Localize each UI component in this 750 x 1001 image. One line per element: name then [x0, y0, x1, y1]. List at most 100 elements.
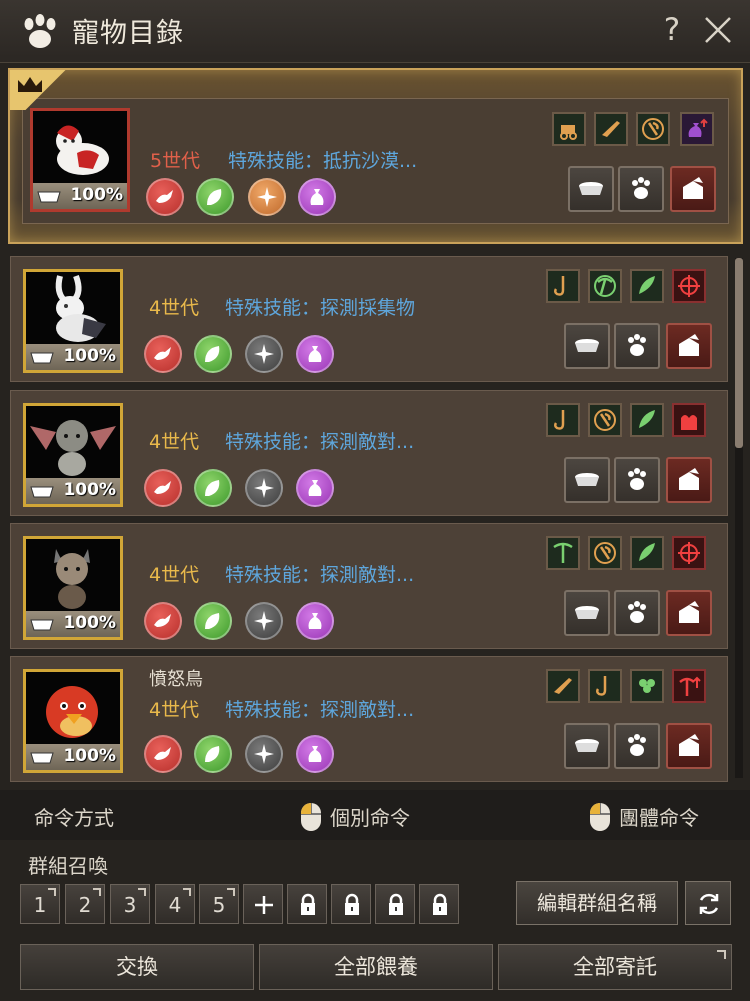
locked-group-slot[interactable] [419, 884, 459, 924]
stamina-stat-icon [194, 602, 232, 640]
pet-generation: 4世代 [149, 564, 200, 586]
speed-stat-icon [144, 602, 182, 640]
pet-image [56, 125, 109, 175]
pickaxe-talent-icon[interactable] [546, 536, 580, 570]
gun-talent-icon[interactable] [546, 669, 580, 703]
pickaxe-up-talent-icon[interactable] [672, 669, 706, 703]
axe-talent-icon[interactable] [636, 112, 670, 146]
food-bar: 100% [26, 611, 120, 637]
fishing-hook-talent-icon[interactable] [546, 403, 580, 437]
feed-all-button[interactable]: 全部餵養 [259, 944, 493, 990]
locked-group-slot[interactable] [287, 884, 327, 924]
release-button[interactable] [666, 457, 712, 503]
group-slot-3[interactable]: 3 [110, 884, 150, 924]
axe-talent-icon[interactable] [588, 536, 622, 570]
scrollbar[interactable] [735, 258, 743, 778]
bag-stat-icon [296, 602, 334, 640]
command-mode-label: 命令方式 [34, 806, 114, 830]
release-button[interactable] [670, 166, 716, 212]
wing-talent-icon[interactable] [630, 403, 664, 437]
stamina-stat-icon [196, 178, 234, 216]
bag-stat-icon [296, 469, 334, 507]
paw-icon [24, 14, 56, 48]
fishing-hook-talent-icon[interactable] [546, 269, 580, 303]
compass-stat-icon [245, 735, 283, 773]
stamina-stat-icon [194, 469, 232, 507]
clover-talent-icon[interactable] [630, 669, 664, 703]
monster-talent-icon[interactable] [672, 403, 706, 437]
refresh-button[interactable] [685, 881, 731, 925]
target-talent-icon[interactable] [672, 269, 706, 303]
pet-portrait[interactable]: 100% [23, 669, 123, 773]
group-slot-5[interactable]: 5 [199, 884, 239, 924]
feed-button[interactable] [564, 590, 610, 636]
pet-list: 100% 5世代 特殊技能：抵抗沙漠... 100% 4世代 特殊技能：探測採集… [0, 62, 750, 784]
feed-button[interactable] [564, 457, 610, 503]
group-command-option[interactable]: 團體命令 [619, 802, 699, 831]
summon-button[interactable] [614, 457, 660, 503]
food-percent: 100% [63, 746, 116, 766]
summon-button[interactable] [614, 723, 660, 769]
window-title: 寵物目錄 [72, 18, 184, 49]
pet-card[interactable]: 100% 4世代 特殊技能：探測採集物 [10, 256, 728, 382]
release-button[interactable] [666, 323, 712, 369]
pet-generation: 4世代 [149, 699, 200, 721]
group-summon-label: 群組召喚 [28, 854, 108, 878]
pet-special-skill: 特殊技能：探測採集物 [225, 297, 416, 319]
gun-talent-icon[interactable] [594, 112, 628, 146]
feed-button[interactable] [564, 723, 610, 769]
pet-portrait[interactable]: 100% [23, 536, 123, 640]
locked-group-slot[interactable] [331, 884, 371, 924]
close-icon[interactable] [700, 12, 736, 48]
speed-stat-icon [144, 335, 182, 373]
summon-button[interactable] [618, 166, 664, 212]
feed-button[interactable] [564, 323, 610, 369]
pet-name: 憤怒鳥 [149, 669, 203, 690]
pet-image [30, 420, 116, 476]
group-slot-4[interactable]: 4 [155, 884, 195, 924]
wing-talent-icon[interactable] [630, 536, 664, 570]
speed-stat-icon [144, 469, 182, 507]
food-percent: 100% [70, 185, 123, 205]
plus-icon [255, 896, 273, 914]
pet-portrait[interactable]: 100% [30, 108, 130, 212]
wing-talent-icon[interactable] [630, 269, 664, 303]
locked-group-slot[interactable] [375, 884, 415, 924]
entrust-all-label: 全部寄託 [573, 955, 657, 979]
pet-card[interactable]: 100% 4世代 特殊技能：探測敵對... [10, 523, 728, 649]
group-slot-2[interactable]: 2 [65, 884, 105, 924]
pet-generation: 5世代 [150, 150, 201, 172]
release-button[interactable] [666, 590, 712, 636]
target-talent-icon[interactable] [672, 536, 706, 570]
pet-portrait[interactable]: 100% [23, 403, 123, 507]
fishing-hook-talent-icon[interactable] [588, 669, 622, 703]
release-button[interactable] [666, 723, 712, 769]
title-bar: 寵物目錄 ? [0, 0, 750, 63]
bag-stat-icon [296, 735, 334, 773]
add-group-button[interactable] [243, 884, 283, 924]
scrollbar-thumb[interactable] [735, 258, 743, 448]
food-bowl-icon [30, 486, 54, 498]
food-bar: 100% [26, 478, 120, 504]
pet-card[interactable]: 100% 憤怒鳥 4世代 特殊技能：探測敵對... [10, 656, 728, 782]
individual-command-option[interactable]: 個別命令 [330, 802, 410, 831]
carriage-talent-icon[interactable] [552, 112, 586, 146]
exchange-button[interactable]: 交換 [20, 944, 254, 990]
lock-icon [345, 893, 359, 915]
summon-button[interactable] [614, 323, 660, 369]
help-button[interactable]: ? [657, 10, 687, 50]
pet-card[interactable]: 100% 4世代 特殊技能：探測敵對... [10, 390, 728, 516]
axe-talent-icon[interactable] [588, 403, 622, 437]
summon-button[interactable] [614, 590, 660, 636]
bag-stat-icon [298, 178, 336, 216]
loot-bag-talent-icon[interactable] [680, 112, 714, 146]
edit-group-name-button[interactable]: 編輯群組名稱 [516, 881, 678, 925]
group-slot-1[interactable]: 1 [20, 884, 60, 924]
pickaxe-talent-icon[interactable] [588, 269, 622, 303]
pet-portrait[interactable]: 100% [23, 269, 123, 373]
entrust-all-button[interactable]: 全部寄託 [498, 944, 732, 990]
pet-card-active[interactable]: 100% 5世代 特殊技能：抵抗沙漠... [8, 68, 743, 244]
lock-icon [389, 893, 403, 915]
speed-stat-icon [146, 178, 184, 216]
feed-button[interactable] [568, 166, 614, 212]
